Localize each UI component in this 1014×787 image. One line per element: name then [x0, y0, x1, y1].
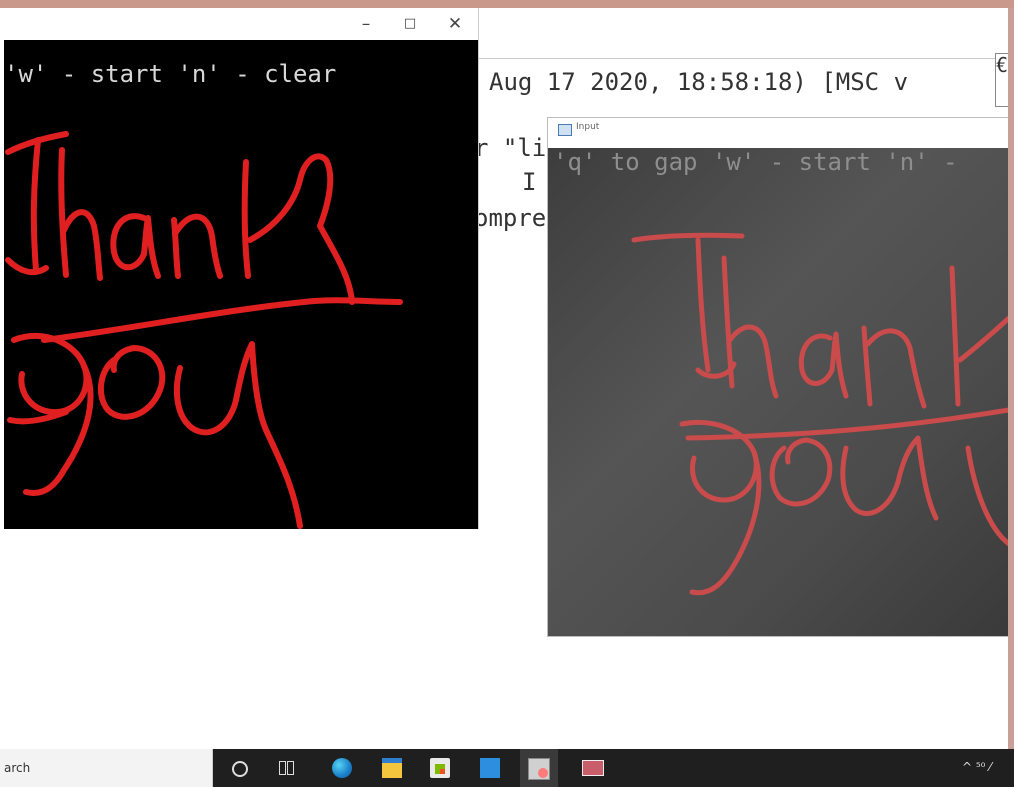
maximize-button[interactable]: □: [395, 11, 425, 37]
paint-titlebar[interactable]: – □ ✕: [4, 8, 478, 40]
edge-icon[interactable]: [332, 758, 352, 778]
camera-ink-overlay: [631, 232, 1009, 596]
minimize-button[interactable]: –: [351, 11, 381, 37]
paint-key-hint: 'w' - start 'n' - clear: [4, 60, 337, 88]
camera-window-title: Input: [576, 122, 600, 132]
paint-window[interactable]: – □ ✕ 'w' - start 'n' - clear: [4, 8, 479, 529]
camera-key-hint: 'q' to gap 'w' - start 'n' -: [553, 148, 958, 176]
top-border-strip: [0, 0, 1014, 8]
system-tray[interactable]: ^ ⁵⁰ ⁄: [962, 760, 991, 774]
store-icon[interactable]: [430, 758, 450, 778]
console-line: Aug 17 2020, 18:58:18) [MSC v: [489, 68, 909, 96]
paint-app-icon[interactable]: [528, 758, 550, 780]
console-divider: [478, 58, 1008, 59]
console-line: r "li: [474, 134, 547, 162]
paint-canvas[interactable]: [4, 40, 478, 529]
camera-app-icon[interactable]: [582, 760, 604, 776]
file-explorer-icon[interactable]: [382, 758, 402, 778]
camera-titlebar[interactable]: Input: [548, 118, 1009, 148]
console-line: ompre: [474, 204, 547, 232]
search-placeholder: arch: [4, 761, 31, 775]
cortana-icon[interactable]: [232, 761, 248, 777]
right-border-strip: [1008, 8, 1014, 749]
task-view-icon[interactable]: [278, 760, 294, 776]
camera-window[interactable]: Input 'q' to gap 'w' - start 'n' -: [547, 117, 1010, 637]
mail-icon[interactable]: [480, 758, 500, 778]
taskbar: arch ^ ⁵⁰ ⁄: [0, 749, 1014, 787]
console-line: I: [522, 168, 537, 196]
close-button[interactable]: ✕: [440, 11, 470, 37]
taskbar-search[interactable]: arch: [0, 749, 213, 787]
window-app-icon: [558, 124, 572, 136]
